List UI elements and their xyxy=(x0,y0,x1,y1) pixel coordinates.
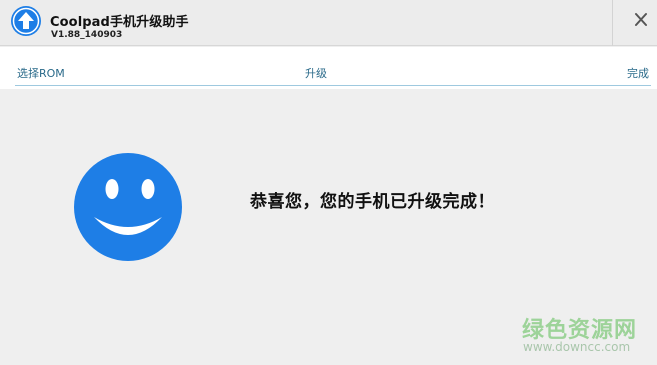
step-bar: 选择ROM 升级 完成 xyxy=(0,47,657,89)
upgrade-complete-message: 恭喜您，您的手机已升级完成！ xyxy=(250,192,495,212)
app-version: V1.88_140903 xyxy=(51,30,123,40)
step-upgrade[interactable]: 升级 xyxy=(305,65,327,81)
app-title: Coolpad手机升级助手 xyxy=(50,15,189,30)
smiley-face-icon xyxy=(74,153,182,261)
title-bar: Coolpad手机升级助手 V1.88_140903 xyxy=(0,0,657,46)
upload-arrow-icon xyxy=(11,6,41,36)
step-underline xyxy=(15,85,651,86)
title-divider xyxy=(612,0,613,46)
watermark-url: www.downcc.com xyxy=(523,340,631,354)
step-complete[interactable]: 完成 xyxy=(627,65,649,81)
close-icon[interactable] xyxy=(626,6,656,34)
step-select-rom[interactable]: 选择ROM xyxy=(17,65,65,81)
